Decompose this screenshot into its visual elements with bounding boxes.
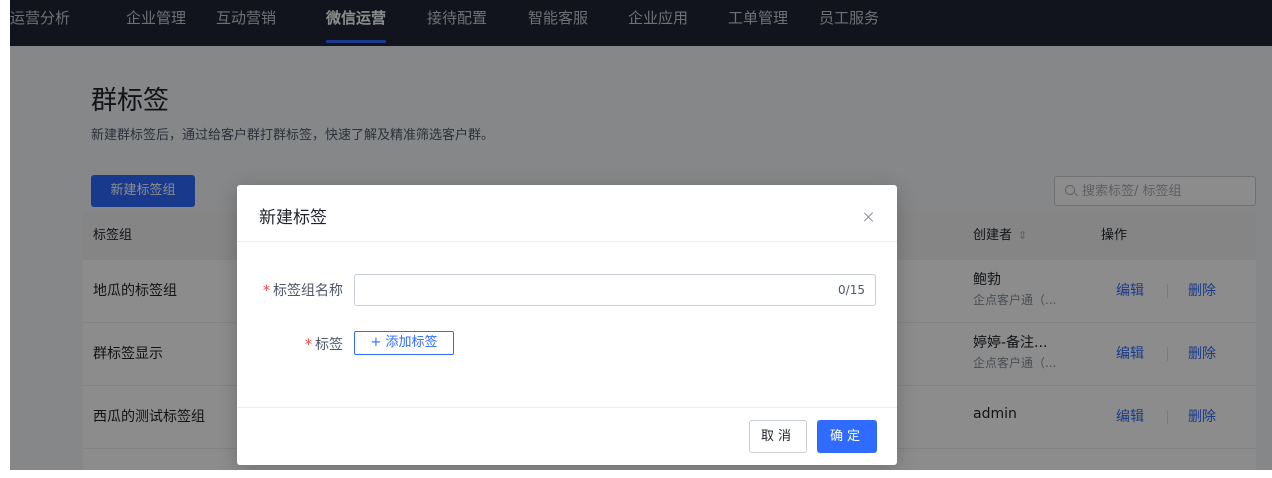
confirm-button[interactable]: 确定 (817, 420, 877, 453)
tag-label-text: 标签 (315, 337, 343, 353)
group-name-field[interactable]: 0/15 (354, 274, 876, 307)
group-name-label: * 标签组名称 (257, 280, 343, 300)
dialog-footer: 取消 确定 (237, 407, 897, 466)
app-frame: 运营分析 企业管理 互动营销 微信运营 接待配置 智能客服 企业应用 工单管理 … (10, 0, 1272, 470)
required-mark: * (263, 283, 270, 299)
dialog-title: 新建标签 (259, 208, 327, 228)
close-icon[interactable] (863, 211, 875, 223)
group-name-input[interactable] (355, 275, 827, 307)
add-tag-button[interactable]: + 添加标签 (354, 331, 454, 355)
group-name-label-text: 标签组名称 (273, 283, 343, 299)
new-tag-dialog: 新建标签 * 标签组名称 0/15 * 标签 + 添加标签 取消 确定 (237, 185, 897, 465)
dialog-header: 新建标签 (237, 185, 897, 242)
cancel-button[interactable]: 取消 (749, 420, 807, 453)
char-counter: 0/15 (838, 283, 865, 297)
tag-label: * 标签 (257, 334, 343, 354)
required-mark: * (305, 337, 312, 353)
bottom-margin (0, 470, 1272, 478)
